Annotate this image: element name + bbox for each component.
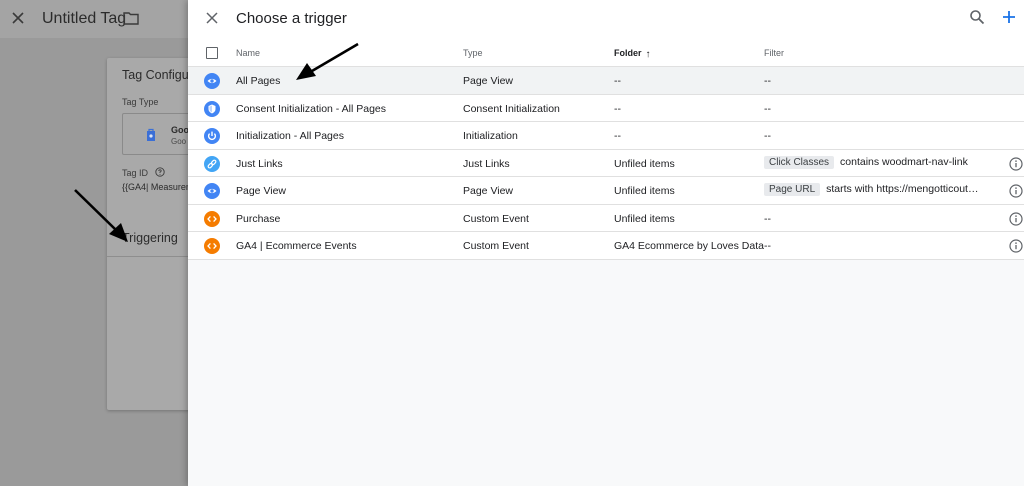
- power-icon: [204, 128, 220, 144]
- trigger-folder: --: [614, 75, 621, 87]
- trigger-filter: Page URL starts with https://mengotticout…: [764, 183, 978, 196]
- trigger-folder: Unfiled items: [614, 185, 675, 197]
- trigger-type: Consent Initialization: [463, 102, 560, 115]
- tag-editor-header: Untitled Tag: [0, 0, 188, 38]
- trigger-folder: Unfiled items: [614, 212, 675, 225]
- trigger-name: GA4 | Ecommerce Events: [236, 240, 357, 252]
- trigger-name: Initialization - All Pages: [236, 130, 344, 142]
- eye-icon: [204, 183, 220, 199]
- table-header: Name Type Folder ↑ Filter: [188, 38, 1024, 67]
- filter-variable-chip: Click Classes: [764, 155, 835, 169]
- trigger-row[interactable]: Page View Page View Unfiled items Page URL s…: [188, 177, 1024, 205]
- sort-ascending-icon: ↑: [645, 49, 651, 60]
- close-icon[interactable]: [205, 11, 219, 25]
- trigger-name: Just Links: [236, 157, 283, 170]
- trigger-filter: --: [764, 240, 771, 252]
- code-icon: [204, 238, 220, 254]
- info-icon[interactable]: [1009, 184, 1023, 198]
- search-icon[interactable]: [969, 9, 985, 25]
- trigger-folder: Unfiled items: [614, 157, 675, 170]
- trigger-folder: --: [614, 102, 621, 115]
- help-icon[interactable]: [155, 167, 165, 177]
- choose-trigger-panel: Choose a trigger Name Type Folder ↑ Filte…: [188, 0, 1024, 486]
- trigger-type: Just Links: [463, 157, 510, 170]
- trigger-name: Page View: [236, 185, 287, 197]
- trigger-row[interactable]: Consent Initialization - All Pages Consen…: [188, 94, 1024, 122]
- tag-type-name: Goo: [171, 125, 189, 135]
- shield-icon: [204, 100, 220, 117]
- trigger-filter: --: [764, 213, 771, 225]
- trigger-type: Initialization: [463, 130, 518, 142]
- column-folder-label: Folder: [614, 48, 642, 58]
- tag-type-sub: Goo: [171, 137, 187, 146]
- trigger-filter: Click Classes contains woodmart-nav-link: [764, 155, 968, 169]
- info-icon[interactable]: [1009, 211, 1023, 226]
- triggering-label: Triggering: [122, 231, 178, 245]
- trigger-row[interactable]: Initialization - All Pages Initialization…: [188, 122, 1024, 150]
- column-folder[interactable]: Folder ↑: [614, 48, 651, 60]
- filter-condition: starts with https://mengotticout…: [826, 183, 979, 195]
- filter-condition: --: [764, 212, 771, 225]
- trigger-type: Custom Event: [463, 240, 529, 252]
- trigger-type: Custom Event: [463, 212, 529, 225]
- trigger-row[interactable]: Just Links Just Links Unfiled items Click C…: [188, 149, 1024, 177]
- tag-type-icon: [147, 128, 155, 141]
- filter-condition: --: [764, 75, 771, 87]
- trigger-row[interactable]: Purchase Custom Event Unfiled items --: [188, 204, 1024, 232]
- info-icon[interactable]: [1009, 156, 1023, 171]
- filter-condition: --: [764, 240, 771, 252]
- trigger-name: All Pages: [236, 75, 281, 87]
- close-icon[interactable]: [10, 10, 26, 26]
- trigger-row[interactable]: GA4 | Ecommerce Events Custom Event GA4 Ec…: [188, 232, 1024, 260]
- trigger-folder: GA4 Ecommerce by Loves Data: [614, 240, 764, 252]
- add-icon[interactable]: [1000, 8, 1018, 26]
- trigger-folder: --: [614, 130, 621, 142]
- info-icon[interactable]: [1009, 239, 1023, 253]
- trigger-type: Page View: [463, 185, 514, 197]
- trigger-filter: --: [764, 130, 771, 142]
- filter-condition: contains woodmart-nav-link: [840, 155, 968, 168]
- trigger-name: Consent Initialization - All Pages: [236, 102, 386, 115]
- filter-condition: --: [764, 102, 771, 115]
- tag-title[interactable]: Untitled Tag: [42, 10, 126, 28]
- trigger-row[interactable]: All Pages Page View -- --: [188, 67, 1024, 95]
- panel-title: Choose a trigger: [236, 10, 347, 27]
- tag-type-label: Tag Type: [122, 97, 159, 107]
- code-icon: [204, 210, 220, 227]
- eye-icon: [204, 73, 220, 89]
- trigger-filter: --: [764, 103, 771, 115]
- column-name[interactable]: Name: [236, 48, 260, 58]
- column-filter: Filter: [764, 48, 784, 58]
- select-all-checkbox[interactable]: [206, 47, 218, 59]
- trigger-name: Purchase: [236, 212, 281, 225]
- trigger-type: Page View: [463, 75, 514, 87]
- column-type[interactable]: Type: [463, 48, 483, 58]
- panel-header: Choose a trigger: [188, 0, 1024, 38]
- folder-icon[interactable]: [123, 11, 139, 25]
- trigger-filter: --: [764, 75, 771, 87]
- filter-variable-chip: Page URL: [764, 183, 821, 196]
- link-icon: [204, 155, 220, 172]
- filter-condition: --: [764, 130, 771, 142]
- tag-id-label: Tag ID: [122, 168, 149, 178]
